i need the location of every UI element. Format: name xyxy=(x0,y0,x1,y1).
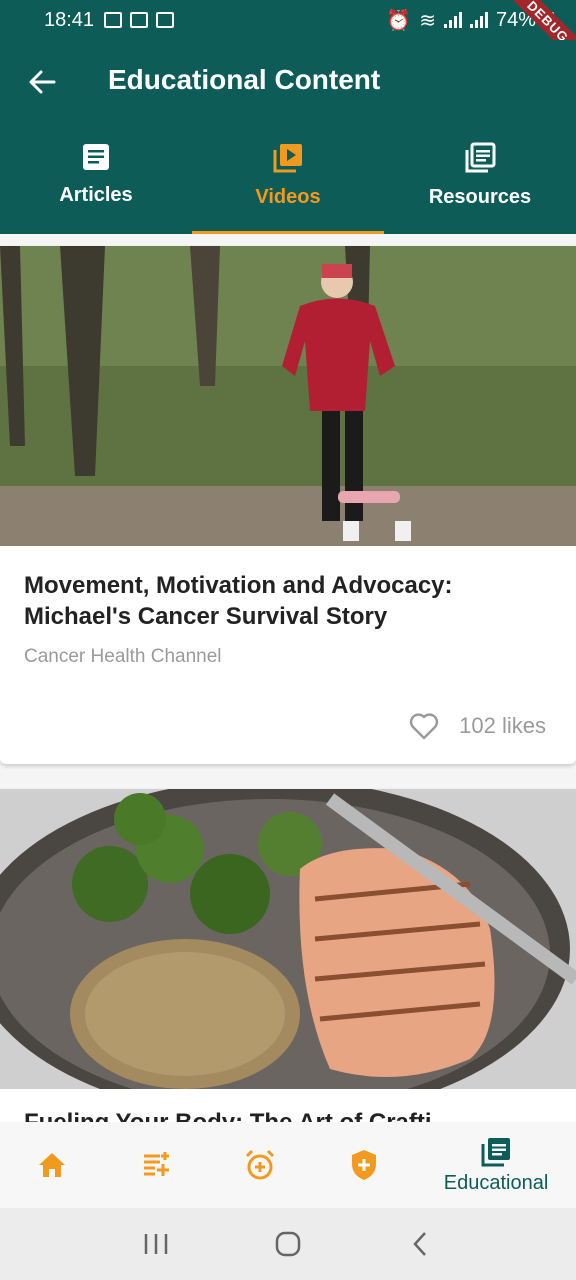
app-bar: Educational Content Articles Videos Reso… xyxy=(0,40,576,234)
likes-count: 102 likes xyxy=(459,713,546,738)
system-navigation xyxy=(0,1208,576,1280)
nav-reminders[interactable] xyxy=(208,1149,312,1181)
note-add-icon xyxy=(144,1152,169,1176)
nav-notes[interactable] xyxy=(104,1150,208,1180)
tab-resources[interactable]: Resources xyxy=(384,136,576,234)
heart-outline-icon[interactable] xyxy=(409,712,439,740)
tab-videos[interactable]: Videos xyxy=(192,136,384,234)
status-time: 18:41 xyxy=(44,8,95,31)
chevron-left-icon xyxy=(413,1232,426,1256)
status-bar: 18:41 ⏰ ≋ 74% DEBUG xyxy=(0,0,576,73)
recent-apps-button[interactable] xyxy=(131,1224,181,1264)
notification-icon xyxy=(130,12,149,28)
likes-row: 102 likes xyxy=(409,712,546,740)
library-books-icon xyxy=(481,1137,510,1166)
tab-resources-label: Resources xyxy=(428,186,532,208)
nav-educational[interactable]: Educational xyxy=(416,1136,576,1195)
back-button[interactable] xyxy=(22,62,62,102)
video-card[interactable]: Fueling Your Body: The Art of Crafti... xyxy=(0,789,576,1122)
recent-apps-icon xyxy=(144,1234,168,1254)
alarm-icon: ⏰ xyxy=(386,9,412,32)
tab-bar: Articles Videos Resources xyxy=(0,136,576,234)
nav-educational-label: Educational xyxy=(443,1171,549,1194)
signal-icon xyxy=(443,12,462,28)
nav-home[interactable] xyxy=(0,1151,104,1179)
tab-articles-label: Articles xyxy=(59,184,133,206)
video-title[interactable]: Movement, Motivation and Advocacy: Micha… xyxy=(24,570,554,632)
video-card[interactable]: Movement, Motivation and Advocacy: Micha… xyxy=(0,246,576,764)
home-button[interactable] xyxy=(263,1224,313,1264)
video-list: Movement, Motivation and Advocacy: Micha… xyxy=(0,234,576,1122)
signal-icon-2 xyxy=(469,12,488,28)
shield-plus-icon xyxy=(352,1150,376,1180)
video-library-icon xyxy=(273,144,302,173)
gallery-icon xyxy=(104,12,123,28)
tab-videos-label: Videos xyxy=(255,186,321,208)
library-books-icon xyxy=(465,142,496,173)
home-icon xyxy=(39,1153,65,1177)
wifi-icon: ≋ xyxy=(419,9,436,32)
video-thumbnail[interactable] xyxy=(0,789,576,1089)
tab-articles[interactable]: Articles xyxy=(0,136,192,234)
home-circle-icon xyxy=(275,1231,301,1257)
video-source: Cancer Health Channel xyxy=(24,646,222,667)
arrow-left-icon xyxy=(29,70,56,94)
video-title[interactable]: Fueling Your Body: The Art of Crafti... xyxy=(24,1109,452,1122)
nav-insurance[interactable] xyxy=(312,1149,416,1181)
article-icon xyxy=(83,144,109,170)
system-back-button[interactable] xyxy=(395,1224,445,1264)
alarm-add-icon xyxy=(245,1149,275,1180)
video-thumbnail[interactable] xyxy=(0,246,576,546)
facebook-icon xyxy=(156,12,175,28)
page-title: Educational Content xyxy=(108,64,381,95)
bottom-navigation: Educational xyxy=(0,1122,576,1208)
